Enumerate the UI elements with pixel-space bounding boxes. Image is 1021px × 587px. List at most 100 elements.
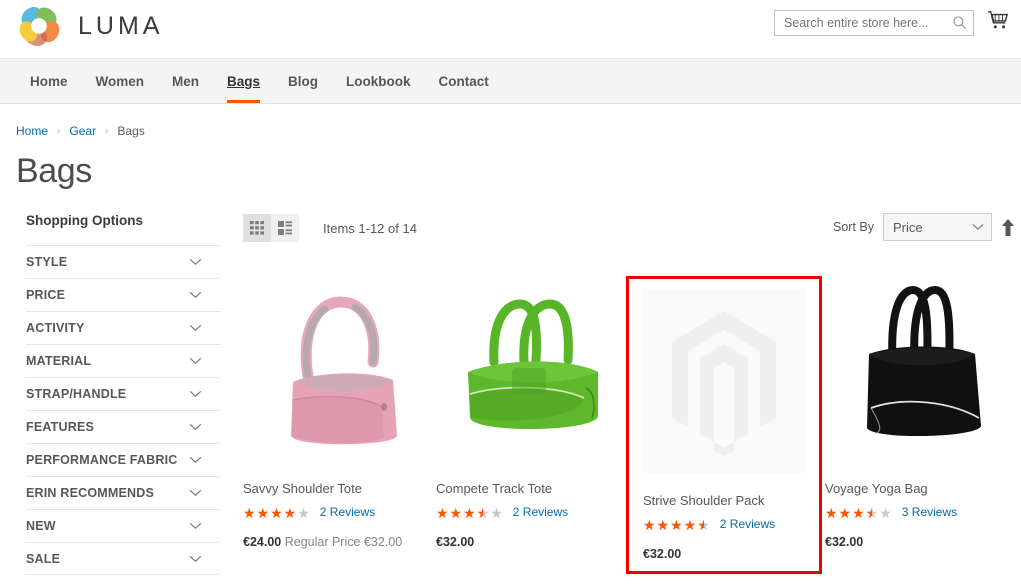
- product-name[interactable]: Strive Shoulder Pack: [643, 493, 805, 508]
- product-name[interactable]: Savvy Shoulder Tote: [243, 481, 433, 496]
- sidebar-item-material[interactable]: MATERIAL: [26, 344, 220, 377]
- special-price: €24.00: [243, 535, 282, 549]
- grid-view-button[interactable]: [243, 214, 271, 242]
- product-item-strive-shoulder-pack[interactable]: Strive Shoulder Pack ★★★★★ ★★★★★ 2 Revie…: [626, 276, 822, 574]
- star-rating-filled: ★★★★★: [243, 505, 298, 521]
- sorter: Sort By Price: [833, 213, 1015, 241]
- page-title: Bags: [16, 152, 92, 190]
- product-image-pink-shoulder-tote[interactable]: [243, 276, 433, 462]
- luma-ring-logo-icon: [19, 7, 60, 46]
- product-image-green-track-tote[interactable]: [436, 276, 626, 462]
- main-navigation: Home Women Men Bags Blog Lookbook Contac…: [0, 58, 1021, 104]
- sidebar-title: Shopping Options: [26, 213, 143, 228]
- breadcrumb-item-bags: Bags: [117, 124, 145, 138]
- regular-price-label: Regular Price: [284, 535, 361, 549]
- site-header: LUMA: [0, 0, 1021, 58]
- sidebar-item-features[interactable]: FEATURES: [26, 410, 220, 443]
- product-rating[interactable]: ★★★★★ ★★★★★ 2 Reviews: [643, 517, 805, 533]
- view-mode-switcher: [243, 214, 299, 242]
- page-content: Shopping Options STYLE PRICE ACTIVITY MA…: [0, 191, 1021, 575]
- product-item-voyage-yoga-bag[interactable]: Voyage Yoga Bag ★★★★★ ★★★★★ 3 Reviews €3…: [825, 276, 1015, 574]
- product-price: €32.00: [436, 535, 626, 549]
- filter-label: STYLE: [26, 255, 68, 269]
- product-toolbar: Items 1-12 of 14 Sort By Price: [243, 213, 1015, 243]
- chevron-down-icon: [189, 324, 202, 332]
- chevron-down-icon: [189, 258, 202, 266]
- shopping-options-sidebar: Shopping Options STYLE PRICE ACTIVITY MA…: [0, 213, 220, 575]
- product-reviews-link[interactable]: 2 Reviews: [320, 505, 375, 519]
- star-rating: ★★★★★ ★★★★★: [643, 517, 711, 533]
- grid-view-icon: [250, 221, 264, 235]
- star-rating: ★★★★★ ★★★★★: [436, 505, 504, 521]
- regular-price: €32.00: [363, 535, 403, 549]
- search-box[interactable]: [774, 10, 974, 36]
- product-price: €32.00: [643, 547, 805, 561]
- nav-item-lookbook[interactable]: Lookbook: [332, 59, 425, 103]
- nav-item-contact[interactable]: Contact: [425, 59, 503, 103]
- sidebar-item-new[interactable]: NEW: [26, 509, 220, 542]
- chevron-down-icon: [189, 390, 202, 398]
- star-rating: ★★★★★ ★★★★★: [243, 505, 311, 521]
- search-icon[interactable]: [952, 15, 967, 30]
- sort-by-select[interactable]: Price: [883, 213, 992, 241]
- product-reviews-link[interactable]: 2 Reviews: [720, 517, 775, 531]
- brand-name: LUMA: [78, 11, 164, 40]
- chevron-down-icon: [189, 489, 202, 497]
- filter-label: PRICE: [26, 288, 66, 302]
- sidebar-item-style[interactable]: STYLE: [26, 245, 220, 278]
- star-rating-filled: ★★★★★: [825, 505, 872, 521]
- green-track-duffel-bag-icon: [468, 299, 598, 430]
- product-rating[interactable]: ★★★★★ ★★★★★ 2 Reviews: [436, 505, 626, 521]
- placeholder-box: [643, 288, 805, 474]
- product-image-placeholder[interactable]: [643, 288, 805, 474]
- product-item-compete-track-tote[interactable]: Compete Track Tote ★★★★★ ★★★★★ 2 Reviews…: [436, 276, 626, 574]
- filter-label: ACTIVITY: [26, 321, 85, 335]
- breadcrumb-item-home[interactable]: Home: [16, 124, 48, 138]
- pink-shoulder-tote-bag-icon: [291, 296, 397, 445]
- logo[interactable]: LUMA: [16, 3, 163, 49]
- special-price: €32.00: [436, 535, 475, 549]
- filter-label: FEATURES: [26, 420, 95, 434]
- search-input[interactable]: [774, 10, 974, 36]
- nav-item-men[interactable]: Men: [158, 59, 213, 103]
- chevron-down-icon: [189, 291, 202, 299]
- sidebar-item-activity[interactable]: ACTIVITY: [26, 311, 220, 344]
- product-image-black-yoga-bag[interactable]: [825, 276, 1015, 462]
- black-yoga-tote-bag-icon: [867, 285, 981, 437]
- sidebar-item-performance-fabric[interactable]: PERFORMANCE FABRIC: [26, 443, 220, 476]
- nav-item-blog[interactable]: Blog: [274, 59, 332, 103]
- chevron-down-icon: [189, 357, 202, 365]
- nav-item-women[interactable]: Women: [82, 59, 159, 103]
- special-price: €32.00: [643, 547, 682, 561]
- breadcrumb-item-gear[interactable]: Gear: [69, 124, 96, 138]
- shopping-cart-icon[interactable]: [986, 9, 1010, 31]
- product-rating[interactable]: ★★★★★ ★★★★★ 3 Reviews: [825, 505, 1015, 521]
- product-reviews-link[interactable]: 2 Reviews: [513, 505, 568, 519]
- filter-label: NEW: [26, 519, 56, 533]
- product-reviews-link[interactable]: 3 Reviews: [902, 505, 957, 519]
- star-rating-filled: ★★★★★: [436, 505, 483, 521]
- sidebar-item-sale[interactable]: SALE: [26, 542, 220, 575]
- product-item-savvy-shoulder-tote[interactable]: Savvy Shoulder Tote ★★★★★ ★★★★★ 2 Review…: [243, 276, 433, 574]
- filter-label: STRAP/HANDLE: [26, 387, 127, 401]
- nav-item-bags[interactable]: Bags: [213, 59, 274, 103]
- product-price: €32.00: [825, 535, 1015, 549]
- star-rating: ★★★★★ ★★★★★: [825, 505, 893, 521]
- chevron-down-icon: [189, 423, 202, 431]
- filter-label: SALE: [26, 551, 61, 566]
- list-view-icon: [278, 221, 292, 235]
- chevron-down-icon: [189, 555, 202, 562]
- product-rating[interactable]: ★★★★★ ★★★★★ 2 Reviews: [243, 505, 433, 521]
- star-rating-filled: ★★★★★: [643, 517, 704, 533]
- sidebar-item-price[interactable]: PRICE: [26, 278, 220, 311]
- items-count: Items 1-12 of 14: [323, 220, 417, 236]
- breadcrumb-separator-icon: ›: [57, 125, 61, 137]
- sidebar-item-strap-handle[interactable]: STRAP/HANDLE: [26, 377, 220, 410]
- sort-select-wrapper[interactable]: Price: [883, 213, 992, 241]
- product-name[interactable]: Voyage Yoga Bag: [825, 481, 1015, 496]
- list-view-button[interactable]: [271, 214, 299, 242]
- product-name[interactable]: Compete Track Tote: [436, 481, 626, 496]
- sidebar-item-erin-recommends[interactable]: ERIN RECOMMENDS: [26, 476, 220, 509]
- sort-ascending-arrow-icon[interactable]: [1001, 218, 1015, 236]
- nav-item-home[interactable]: Home: [16, 59, 82, 103]
